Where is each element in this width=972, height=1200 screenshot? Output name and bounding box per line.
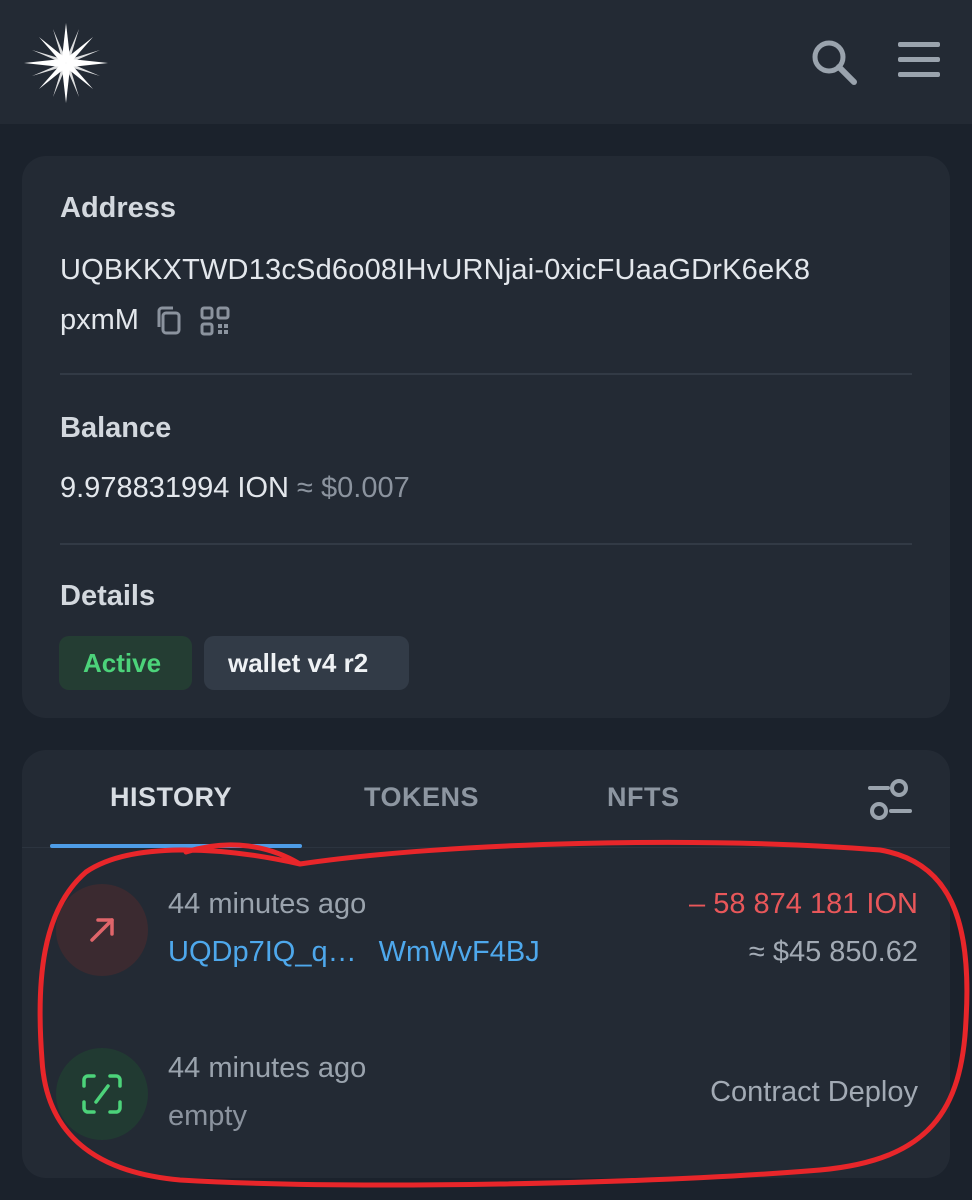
divider [60,543,912,545]
divider [60,373,912,375]
transaction-type: Contract Deploy [710,1076,918,1108]
balance-value: 9.978831994 ION ≈ $0.007 [60,472,410,505]
status-badge: Active [59,636,192,690]
address-value-tail[interactable]: pxmM [60,304,139,337]
transaction-address-link[interactable]: UQDp7IQ_q… WmWvF4BJ [168,936,540,969]
balance-amount: 9.978831994 ION [60,472,289,504]
details-label: Details [60,580,156,612]
wallet-version-badge: wallet v4 r2 [204,636,409,690]
transaction-time: 44 minutes ago [168,1052,367,1084]
transaction-usd: ≈ $45 850.62 [748,936,918,968]
active-tab-indicator [50,844,302,848]
filter-sliders-icon[interactable] [868,778,912,822]
contract-deploy-icon [56,1048,148,1140]
address-value-continued: pxmM [60,304,231,337]
tab-tokens[interactable]: TOKENS [364,782,479,813]
transaction-subtitle: empty [168,1100,247,1132]
address-start: UQDp7IQ_q… [168,936,357,968]
tab-history[interactable]: HISTORY [110,782,232,813]
transaction-time: 44 minutes ago [168,888,367,920]
copy-icon[interactable] [153,305,185,337]
account-info-card: Address UQBKKXTWD13cSd6o08IHvURNjai-0xic… [22,156,950,718]
tab-nfts[interactable]: NFTS [607,782,680,813]
top-bar [0,0,972,124]
search-icon[interactable] [810,38,858,86]
star-compass-icon[interactable] [24,22,108,104]
balance-usd: ≈ $0.007 [297,472,410,504]
qr-code-icon[interactable] [199,305,231,337]
arrow-up-right-icon [56,884,148,976]
address-value[interactable]: UQBKKXTWD13cSd6o08IHvURNjai-0xicFUaaGDrK… [60,254,810,287]
hamburger-menu-icon[interactable] [896,40,942,80]
history-card: HISTORY TOKENS NFTS 44 minutes ago UQDp7… [22,750,950,1178]
transaction-amount: – 58 874 181 ION [689,888,918,920]
address-end: WmWvF4BJ [378,936,540,968]
address-label: Address [60,192,177,224]
balance-label: Balance [60,412,172,444]
